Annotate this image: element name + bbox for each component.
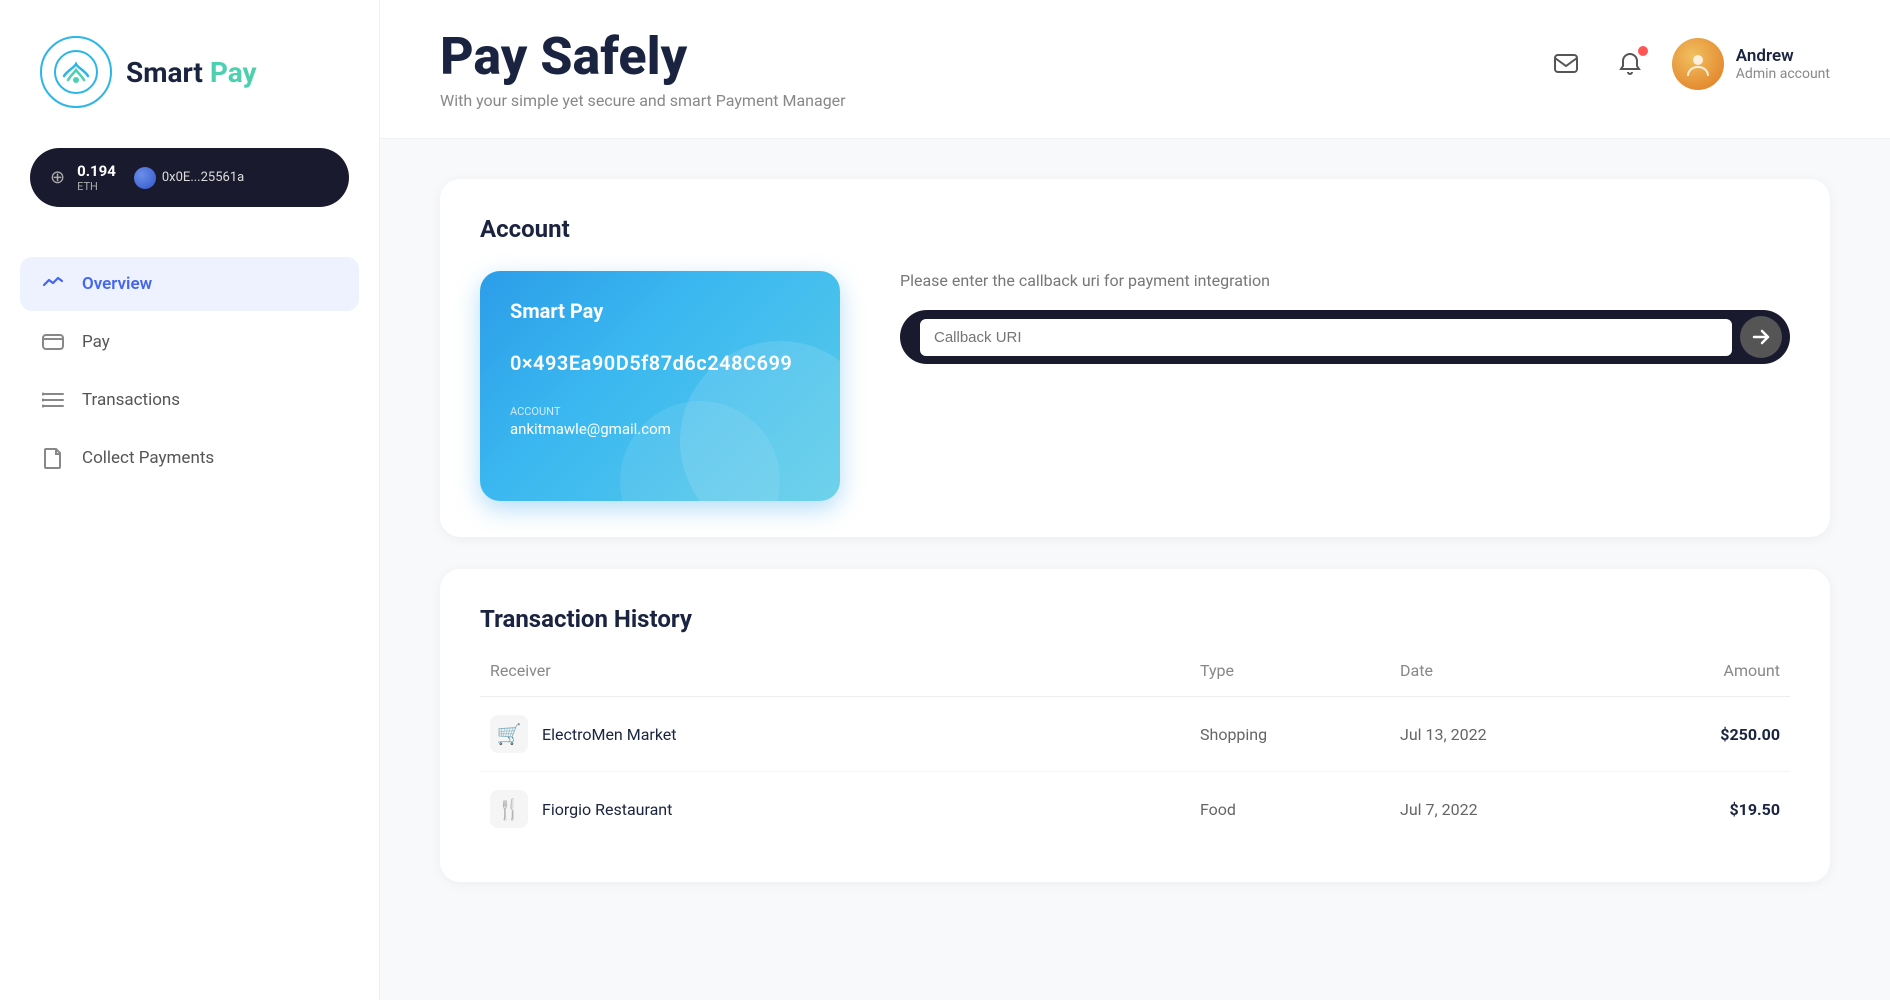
user-info[interactable]: Andrew Admin account xyxy=(1672,38,1830,90)
callback-hint: Please enter the callback uri for paymen… xyxy=(900,271,1790,290)
sidebar-item-collect-payments[interactable]: Collect Payments xyxy=(20,431,359,485)
logo-text: Smart Pay xyxy=(126,56,257,89)
sidebar: Smart Pay ⊕ 0.194 ETH 0x0E...25561a Over… xyxy=(0,0,380,1000)
transaction-amount: $250.00 xyxy=(1600,725,1780,744)
page-title: Pay Safely xyxy=(440,28,846,85)
callback-area: Please enter the callback uri for paymen… xyxy=(900,271,1790,364)
page-subtitle: With your simple yet secure and smart Pa… xyxy=(440,91,846,110)
table-row: 🍴 Fiorgio Restaurant Food Jul 7, 2022 $1… xyxy=(480,772,1790,846)
sidebar-item-pay[interactable]: Pay xyxy=(20,315,359,369)
wallet-widget[interactable]: ⊕ 0.194 ETH 0x0E...25561a xyxy=(30,148,349,207)
col-type: Type xyxy=(1200,661,1400,680)
transaction-type: Shopping xyxy=(1200,725,1400,744)
card-icon xyxy=(40,329,66,355)
table-header: Receiver Type Date Amount xyxy=(480,661,1790,697)
callback-uri-input[interactable] xyxy=(920,319,1732,356)
food-icon: 🍴 xyxy=(490,790,528,828)
col-date: Date xyxy=(1400,661,1600,680)
payment-card: Smart Pay 0×493Ea90D5f87d6c248C699 Accou… xyxy=(480,271,840,501)
wallet-balance: 0.194 ETH xyxy=(77,162,116,193)
wallet-address: 0x0E...25561a xyxy=(134,167,244,189)
list-icon xyxy=(40,387,66,413)
cart-icon: 🛒 xyxy=(490,715,528,753)
wallet-icon: ⊕ xyxy=(50,167,65,188)
header: Pay Safely With your simple yet secure a… xyxy=(380,0,1890,139)
receiver-cell: 🍴 Fiorgio Restaurant xyxy=(490,790,1200,828)
avatar xyxy=(1672,38,1724,90)
transaction-type: Food xyxy=(1200,800,1400,819)
receiver-cell: 🛒 ElectroMen Market xyxy=(490,715,1200,753)
callback-input-row xyxy=(900,310,1790,364)
transaction-section: Transaction History Receiver Type Date A… xyxy=(440,569,1830,882)
notification-badge xyxy=(1638,46,1648,56)
account-section: Account Smart Pay 0×493Ea90D5f87d6c248C6… xyxy=(440,179,1830,537)
mail-button[interactable] xyxy=(1544,42,1588,86)
chart-icon xyxy=(40,271,66,297)
account-section-title: Account xyxy=(480,215,1790,243)
nav-menu: Overview Pay Tra xyxy=(0,237,379,505)
sidebar-item-transactions[interactable]: Transactions xyxy=(20,373,359,427)
header-title-area: Pay Safely With your simple yet secure a… xyxy=(440,28,846,110)
transaction-date: Jul 7, 2022 xyxy=(1400,800,1600,819)
main-content: Pay Safely With your simple yet secure a… xyxy=(380,0,1890,1000)
transaction-amount: $19.50 xyxy=(1600,800,1780,819)
account-content: Smart Pay 0×493Ea90D5f87d6c248C699 Accou… xyxy=(480,271,1790,501)
receiver-name: Fiorgio Restaurant xyxy=(542,800,672,819)
card-brand: Smart Pay xyxy=(510,299,810,323)
col-receiver: Receiver xyxy=(490,661,1200,680)
logo-icon xyxy=(40,36,112,108)
user-details: Andrew Admin account xyxy=(1736,46,1830,82)
doc-icon xyxy=(40,445,66,471)
content-area: Account Smart Pay 0×493Ea90D5f87d6c248C6… xyxy=(380,139,1890,1000)
notifications-button[interactable] xyxy=(1608,42,1652,86)
eth-ball-icon xyxy=(134,167,156,189)
col-amount: Amount xyxy=(1600,661,1780,680)
logo-area: Smart Pay xyxy=(0,0,379,138)
transaction-section-title: Transaction History xyxy=(480,605,1790,633)
receiver-name: ElectroMen Market xyxy=(542,725,677,744)
table-row: 🛒 ElectroMen Market Shopping Jul 13, 202… xyxy=(480,697,1790,772)
transaction-date: Jul 13, 2022 xyxy=(1400,725,1600,744)
callback-submit-button[interactable] xyxy=(1740,316,1782,358)
sidebar-item-overview[interactable]: Overview xyxy=(20,257,359,311)
header-actions: Andrew Admin account xyxy=(1544,38,1830,90)
